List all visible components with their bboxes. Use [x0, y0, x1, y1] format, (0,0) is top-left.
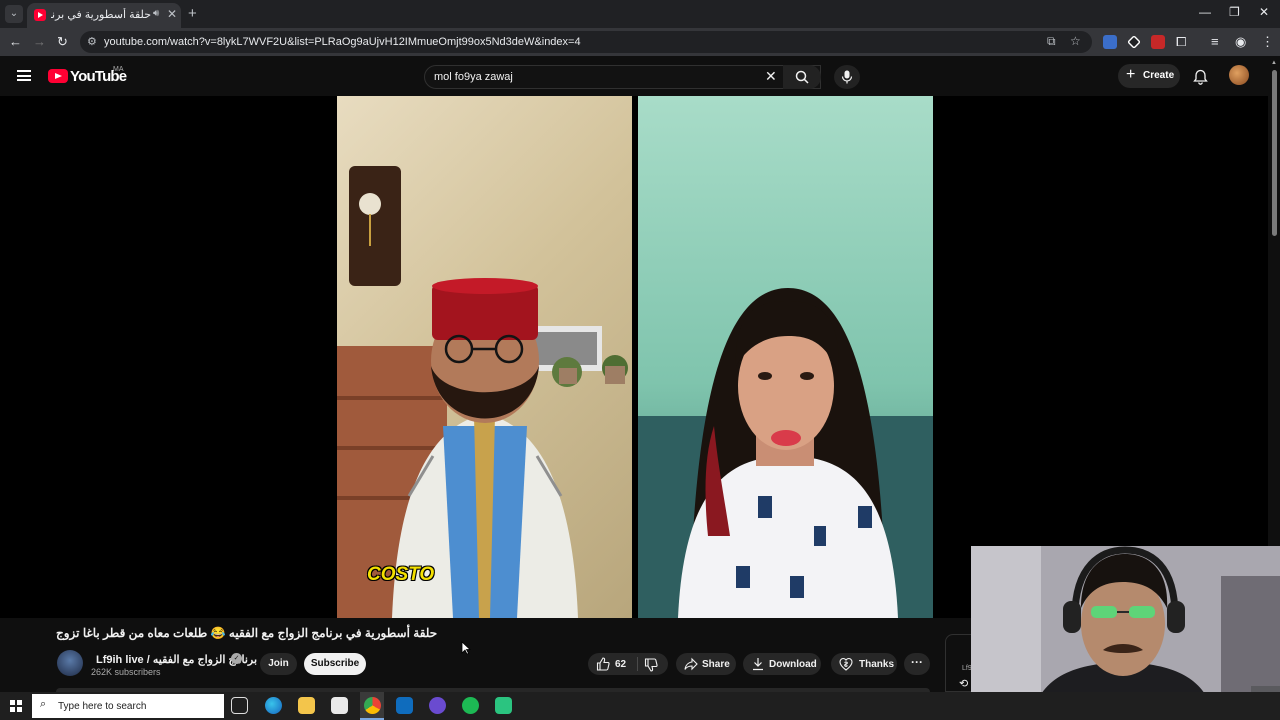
- extension-red-icon[interactable]: [1151, 35, 1165, 49]
- speaker-icon[interactable]: 🔊︎: [153, 8, 159, 19]
- minimize-icon[interactable]: —: [1199, 5, 1211, 19]
- subscribe-button[interactable]: Subscribe: [304, 653, 366, 675]
- like-dislike-group: 62: [588, 653, 668, 675]
- like-icon[interactable]: [596, 657, 610, 671]
- thanks-icon: [839, 657, 853, 671]
- bookmark-star-icon[interactable]: ☆: [1070, 34, 1081, 48]
- translate-extension-icon[interactable]: [1103, 35, 1117, 49]
- browser-tab-strip: ⌄ حلقة أسطورية في برنامج الزواج 🔊︎ ✕ + —…: [0, 0, 1280, 28]
- extension-diamond-icon[interactable]: [1127, 35, 1141, 49]
- video-caption: COSTO: [367, 564, 435, 585]
- download-label: Download: [769, 659, 817, 670]
- outlook-icon[interactable]: [396, 697, 413, 714]
- hamburger-icon[interactable]: [17, 70, 31, 81]
- youtube-logo-icon[interactable]: [48, 69, 68, 83]
- more-icon[interactable]: ···: [904, 653, 930, 675]
- youtube-favicon-icon: [34, 9, 46, 21]
- browser-toolbar: ← → ↻ ⚙ youtube.com/watch?v=8lykL7WVF2U&…: [0, 28, 1280, 56]
- back-icon[interactable]: ←: [9, 34, 22, 49]
- video-frame-left: COSTO: [337, 96, 632, 618]
- chrome-icon[interactable]: [364, 697, 381, 714]
- task-view-icon[interactable]: [231, 697, 248, 714]
- like-divider: [637, 657, 638, 671]
- clear-icon[interactable]: ✕: [765, 68, 777, 85]
- create-button[interactable]: + Create: [1118, 64, 1180, 88]
- install-app-icon[interactable]: ⧉: [1047, 34, 1056, 49]
- forward-icon[interactable]: →: [33, 34, 46, 49]
- extensions-puzzle-icon[interactable]: ⧠: [1176, 34, 1186, 50]
- file-explorer-icon[interactable]: [298, 697, 315, 714]
- youtube-masthead: YouTube MA ✕ + Create: [0, 56, 1280, 96]
- edge-icon[interactable]: [265, 697, 282, 714]
- media-control-icon[interactable]: ≡: [1211, 34, 1219, 49]
- store-icon[interactable]: [331, 697, 348, 714]
- search-icon: [795, 70, 809, 84]
- app-green-icon[interactable]: [495, 697, 512, 714]
- create-label: Create: [1143, 70, 1175, 81]
- profile-icon[interactable]: ◉: [1235, 34, 1246, 50]
- new-tab-button[interactable]: +: [188, 5, 197, 22]
- url-text[interactable]: youtube.com/watch?v=8lykL7WVF2U&list=PLR…: [104, 36, 581, 48]
- thanks-button[interactable]: Thanks: [831, 653, 897, 675]
- address-bar[interactable]: ⚙ youtube.com/watch?v=8lykL7WVF2U&list=P…: [80, 31, 1092, 53]
- search-button[interactable]: [783, 65, 821, 89]
- messenger-icon[interactable]: [429, 697, 446, 714]
- restore-icon[interactable]: ❐: [1229, 5, 1240, 19]
- account-avatar[interactable]: [1229, 65, 1249, 85]
- download-icon: [753, 658, 763, 671]
- like-count: 62: [615, 659, 627, 670]
- video-title: حلقة أسطورية في برنامج الزواج مع الفقيه …: [56, 626, 438, 640]
- taskbar-search-icon: ⌕: [40, 698, 47, 710]
- scrollbar-thumb[interactable]: [1272, 70, 1277, 236]
- subscriber-count: 262K subscribers: [91, 667, 161, 677]
- video-player[interactable]: COSTO: [0, 96, 1268, 618]
- browser-tab-active[interactable]: حلقة أسطورية في برنامج الزواج 🔊︎ ✕: [27, 3, 181, 28]
- share-label: Share: [702, 659, 730, 670]
- taskbar-search-box[interactable]: ⌕ Type here to search: [32, 694, 224, 718]
- join-button[interactable]: Join: [260, 653, 297, 675]
- tab-close-icon[interactable]: ✕: [167, 7, 177, 21]
- microphone-icon: [841, 70, 853, 84]
- download-button[interactable]: Download: [743, 653, 821, 675]
- voice-search-button[interactable]: [834, 65, 860, 89]
- site-info-icon[interactable]: ⚙: [87, 35, 97, 48]
- share-icon: [684, 657, 698, 671]
- video-frame-right: [638, 96, 933, 618]
- close-window-icon[interactable]: ✕: [1259, 5, 1269, 19]
- search-input[interactable]: [434, 69, 754, 85]
- taskbar-search-placeholder: Type here to search: [58, 701, 147, 712]
- dislike-icon[interactable]: [644, 658, 658, 672]
- bell-icon[interactable]: [1193, 69, 1208, 85]
- search-box[interactable]: ✕: [424, 65, 821, 89]
- tab-search-menu-icon[interactable]: ⌄: [5, 5, 23, 23]
- spotify-icon[interactable]: [462, 697, 479, 714]
- reload-icon[interactable]: ↻: [57, 34, 68, 50]
- region-code: MA: [113, 66, 124, 73]
- windows-start-icon[interactable]: [10, 700, 22, 712]
- woman-speaking-illustration: [638, 288, 933, 618]
- plus-icon: +: [1126, 66, 1136, 83]
- scroll-up-arrow-icon[interactable]: ▲: [1271, 60, 1277, 66]
- tab-title: حلقة أسطورية في برنامج الزواج: [51, 9, 151, 21]
- share-button[interactable]: Share: [676, 653, 736, 675]
- channel-avatar[interactable]: [57, 650, 83, 676]
- loop-icon[interactable]: ⟲: [959, 677, 968, 690]
- verified-icon: ✓: [231, 653, 242, 664]
- windows-taskbar: ⌕ Type here to search: [0, 692, 1280, 720]
- thanks-label: Thanks: [859, 659, 895, 670]
- mouse-cursor-icon: [461, 641, 471, 655]
- chrome-menu-icon[interactable]: ⋮: [1261, 34, 1274, 50]
- man-in-fez-illustration: [337, 166, 628, 618]
